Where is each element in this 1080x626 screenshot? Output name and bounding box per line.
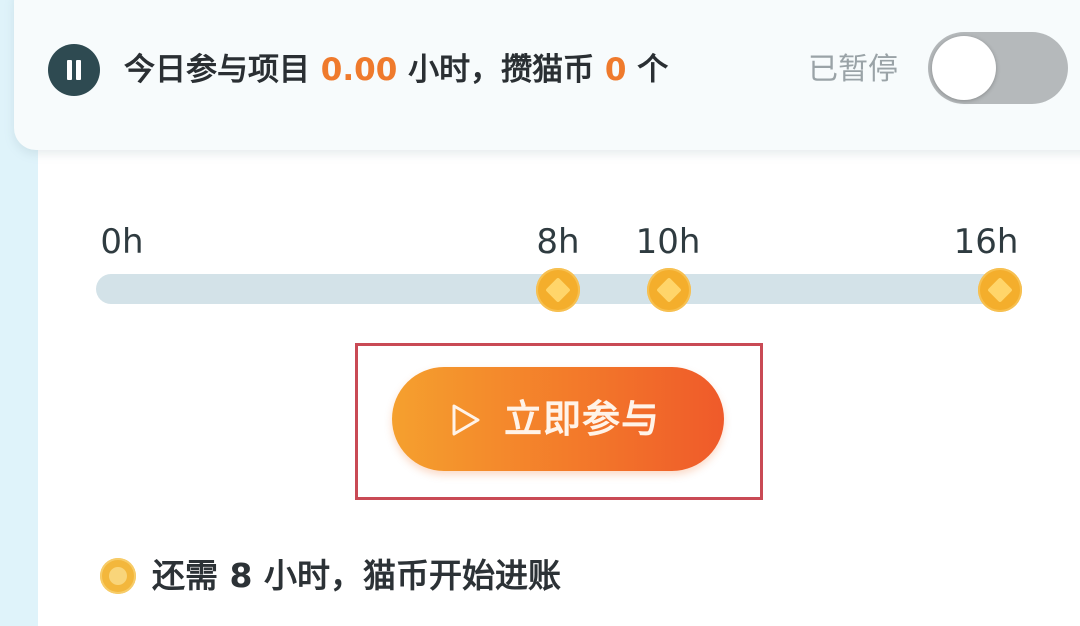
play-icon xyxy=(452,404,480,436)
pause-bar xyxy=(76,60,81,80)
remaining-hours-text: 还需 8 小时，猫币开始进账 xyxy=(152,556,561,595)
join-now-button[interactable]: 立即参与 xyxy=(392,367,724,471)
status-prefix: 今日参与项目 xyxy=(124,52,321,88)
hours-value: 0.00 xyxy=(320,52,398,88)
tick-label-0h: 0h xyxy=(100,222,144,262)
milestone-icon-8h xyxy=(536,268,580,312)
coins-value: 0 xyxy=(604,52,627,88)
join-now-label: 立即参与 xyxy=(504,397,661,441)
hours-unit: 小时，攒猫币 xyxy=(397,52,605,88)
milestone-icon-10h xyxy=(647,268,691,312)
pause-bar xyxy=(67,60,72,80)
coins-unit: 个 xyxy=(626,52,669,88)
coin-icon xyxy=(100,558,136,594)
tick-label-8h: 8h xyxy=(536,222,580,262)
paused-status-label: 已暂停 xyxy=(808,52,898,87)
tick-label-10h: 10h xyxy=(635,222,701,262)
pause-toggle[interactable] xyxy=(928,32,1068,104)
milestone-icon-16h xyxy=(978,268,1022,312)
daily-status-text: 今日参与项目 0.00 小时，攒猫币 0 个 xyxy=(124,48,668,92)
pause-icon[interactable] xyxy=(48,44,100,96)
toggle-knob xyxy=(932,36,996,100)
tick-label-16h: 16h xyxy=(953,222,1019,262)
